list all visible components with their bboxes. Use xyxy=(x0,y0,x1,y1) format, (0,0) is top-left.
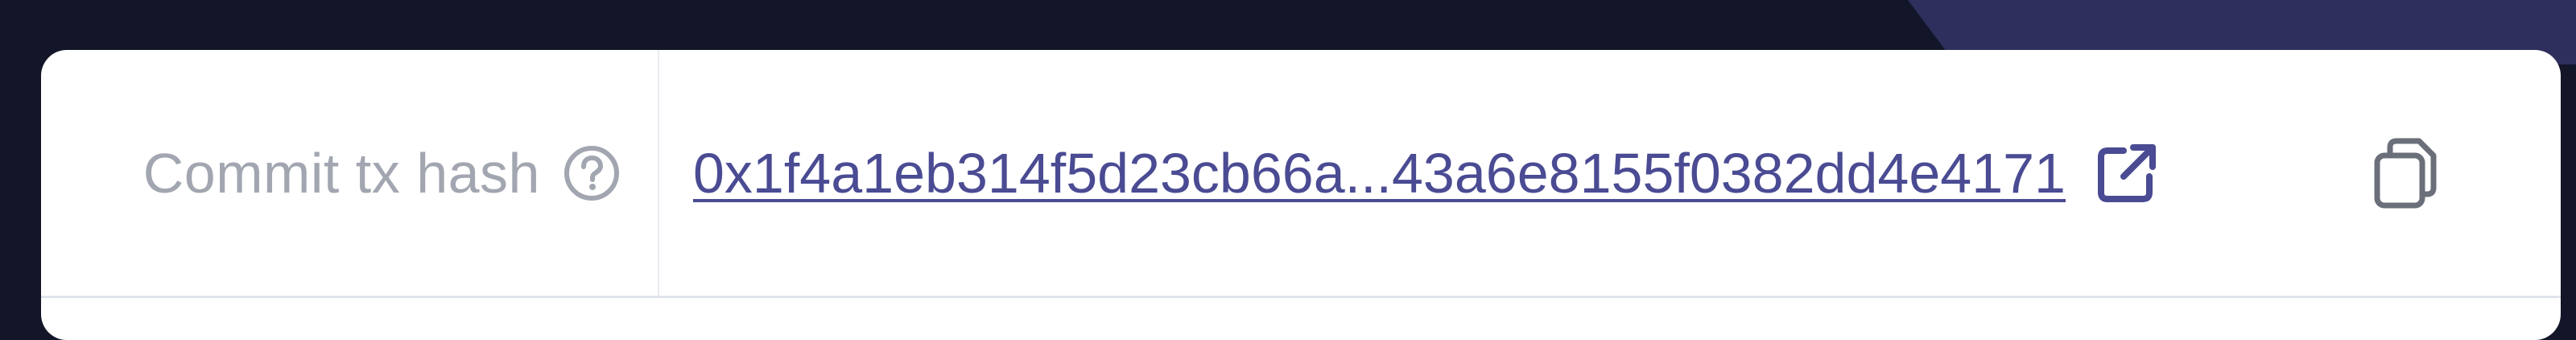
row-label-cell: Commit tx hash xyxy=(41,50,659,296)
question-circle-icon[interactable] xyxy=(563,144,621,202)
external-link-icon[interactable] xyxy=(2096,143,2157,204)
row-value-cell: 0x1f4a1eb314f5d23cb66a...43a6e8155f0382d… xyxy=(659,50,2561,296)
tx-hash-link[interactable]: 0x1f4a1eb314f5d23cb66a...43a6e8155f0382d… xyxy=(693,141,2066,205)
copy-icon[interactable] xyxy=(2372,138,2440,209)
commit-tx-hash-label: Commit tx hash xyxy=(142,141,540,205)
details-card: Commit tx hash 0x1f4a1eb314f5d23cb66a...… xyxy=(41,50,2561,340)
commit-tx-hash-row: Commit tx hash 0x1f4a1eb314f5d23cb66a...… xyxy=(41,50,2561,298)
